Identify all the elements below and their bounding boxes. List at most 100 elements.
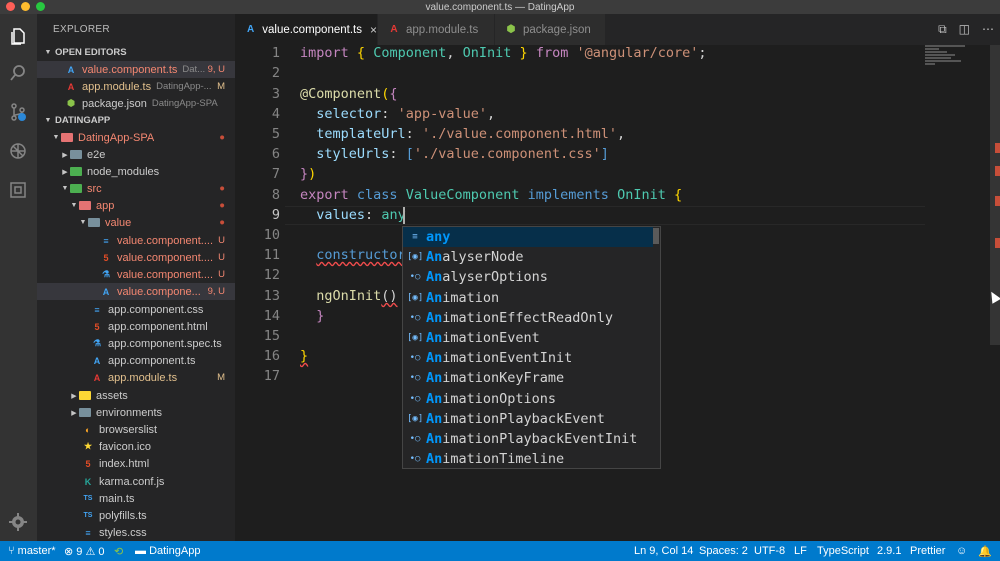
tree-file[interactable]: ≡ styles.css <box>37 524 235 541</box>
chevron-right-icon: ▶ <box>71 392 77 400</box>
tree-folder[interactable]: ▶ environments <box>37 404 235 421</box>
tree-file[interactable]: A app.module.ts M <box>37 369 235 386</box>
extensions-icon[interactable] <box>8 180 28 200</box>
code-line-14: } <box>316 308 325 324</box>
property-icon: •○ <box>409 272 421 283</box>
tab-package-json[interactable]: ⬢ package.json <box>495 14 605 45</box>
tree-file[interactable]: A value.compone... 9, U <box>37 283 235 300</box>
suggestion-item[interactable]: •○ AnimationOptions <box>403 389 653 409</box>
open-editor-item[interactable]: A value.component.ts Dat... 9, U <box>37 61 235 78</box>
suggestion-item[interactable]: [◉] AnimationPlaybackEvent <box>403 409 653 429</box>
line-number: 10 <box>263 227 280 243</box>
bell-icon[interactable]: 🔔 <box>978 545 992 558</box>
open-editor-item[interactable]: ⬢ package.json DatingApp-SPA <box>37 95 235 112</box>
angular-icon: A <box>390 24 398 35</box>
suggestion-item[interactable]: [◉] Animation <box>403 288 653 308</box>
folder-status[interactable]: ▬ DatingApp <box>135 545 200 557</box>
close-window-button[interactable] <box>6 2 15 11</box>
angular-icon: A <box>93 372 101 383</box>
minimap[interactable] <box>925 45 990 75</box>
npm-json-icon: ⬢ <box>67 98 75 108</box>
suggestion-item[interactable]: ≡ any <box>403 227 653 248</box>
folder-icon <box>70 149 82 161</box>
chevron-down-icon: ▼ <box>52 134 60 141</box>
maximize-window-button[interactable] <box>36 2 45 11</box>
tree-file[interactable]: TS main.ts <box>37 490 235 507</box>
error-icon: ⊗ <box>64 546 74 558</box>
suggest-scrollbar[interactable] <box>652 228 659 244</box>
suggestion-item[interactable]: •○ AnimationTimeline <box>403 449 653 469</box>
tab-app-module[interactable]: A app.module.ts <box>378 14 494 45</box>
suggestion-item[interactable]: •○ AnimationPlaybackEventInit <box>403 429 653 449</box>
project-header[interactable]: ▼ DATINGAPP <box>37 112 235 128</box>
error-marker <box>995 143 1000 153</box>
search-icon[interactable] <box>8 63 28 83</box>
suggestion-item[interactable]: [◉] AnimationEvent <box>403 328 653 348</box>
typescript-icon: TS <box>83 495 93 502</box>
branch-status[interactable]: ⑂ master* <box>8 545 56 557</box>
error-marker <box>995 166 1000 176</box>
tree-file[interactable]: 5 value.component.... U <box>37 249 235 266</box>
line-number: 17 <box>263 368 280 384</box>
chevron-right-icon: ▶ <box>71 409 77 417</box>
gear-icon[interactable] <box>8 512 28 532</box>
window-controls <box>6 2 45 11</box>
smiley-icon[interactable]: ☺ <box>956 545 967 557</box>
css-icon: ≡ <box>85 527 91 538</box>
tree-folder[interactable]: ▶ e2e <box>37 146 235 163</box>
tree-file[interactable]: ⚗ value.component.... U <box>37 266 235 283</box>
tree-folder[interactable]: ▶ assets <box>37 387 235 404</box>
open-changes-icon[interactable]: ⧉ <box>938 22 947 37</box>
tree-file[interactable]: TS polyfills.ts <box>37 507 235 524</box>
tree-file[interactable]: ◐ browserslist <box>37 421 235 438</box>
encoding-status[interactable]: UTF-8 <box>754 545 785 557</box>
tree-file[interactable]: ★ favicon.ico <box>37 438 235 455</box>
ts-version[interactable]: 2.9.1 <box>877 545 901 557</box>
chevron-down-icon: ▼ <box>79 219 87 226</box>
debug-icon[interactable] <box>8 141 28 161</box>
tree-folder[interactable]: ▼ value ● <box>37 214 235 231</box>
language-mode[interactable]: TypeScript <box>817 545 869 557</box>
tree-file[interactable]: A app.component.ts <box>37 352 235 369</box>
indentation-status[interactable]: Spaces: 2 <box>699 545 748 557</box>
problems-status[interactable]: ⊗ 9 ⚠ 0 <box>64 545 105 558</box>
sync-icon[interactable]: ⟲ <box>114 545 123 558</box>
suggestion-item[interactable]: •○ AnalyserOptions <box>403 267 653 287</box>
code-line-13: ngOnInit() <box>316 288 398 304</box>
chevron-down-icon: ▼ <box>61 185 69 192</box>
tree-file[interactable]: ≡ app.component.css <box>37 301 235 318</box>
tree-file[interactable]: 5 app.component.html <box>37 318 235 335</box>
minimize-window-button[interactable] <box>21 2 30 11</box>
chevron-right-icon: ▶ <box>62 168 68 176</box>
suggestion-item[interactable]: [◉] AnalyserNode <box>403 247 653 267</box>
tree-file[interactable]: ⚗ app.component.spec.ts <box>37 335 235 352</box>
tab-value-component[interactable]: A value.component.ts × <box>235 14 377 45</box>
tree-folder[interactable]: ▶ node_modules <box>37 163 235 180</box>
split-editor-icon[interactable]: ◫ <box>959 22 970 37</box>
folder-icon <box>79 390 91 402</box>
tree-file[interactable]: ≡ value.component.... U <box>37 232 235 249</box>
line-number: 6 <box>271 146 280 162</box>
angular-component-icon: A <box>102 286 110 297</box>
files-icon[interactable] <box>8 26 28 46</box>
line-number: 4 <box>271 106 280 122</box>
activity-bar <box>0 14 37 541</box>
tree-folder[interactable]: ▼ src ● <box>37 180 235 197</box>
tree-file[interactable]: K karma.conf.js <box>37 473 235 490</box>
eol-status[interactable]: LF <box>794 545 807 557</box>
open-editor-item[interactable]: A app.module.ts DatingApp-... M <box>37 78 235 95</box>
tree-folder[interactable]: ▼ DatingApp-SPA ● <box>37 129 235 146</box>
source-control-icon[interactable] <box>8 102 28 122</box>
line-number: 7 <box>271 166 280 182</box>
code-line-7: }) <box>300 166 317 182</box>
open-editors-header[interactable]: ▼ OPEN EDITORS <box>37 44 235 60</box>
tree-folder[interactable]: ▼ app ● <box>37 197 235 214</box>
more-actions-icon[interactable]: ⋯ <box>982 22 994 37</box>
suggestion-item[interactable]: •○ AnimationEventInit <box>403 348 653 368</box>
suggestion-item[interactable]: •○ AnimationKeyFrame <box>403 368 653 388</box>
close-icon[interactable]: × <box>370 23 377 37</box>
tree-file[interactable]: 5 index.html <box>37 455 235 472</box>
prettier-status[interactable]: Prettier <box>910 545 945 557</box>
suggestion-item[interactable]: •○ AnimationEffectReadOnly <box>403 308 653 328</box>
cursor-position[interactable]: Ln 9, Col 14 <box>634 545 693 557</box>
